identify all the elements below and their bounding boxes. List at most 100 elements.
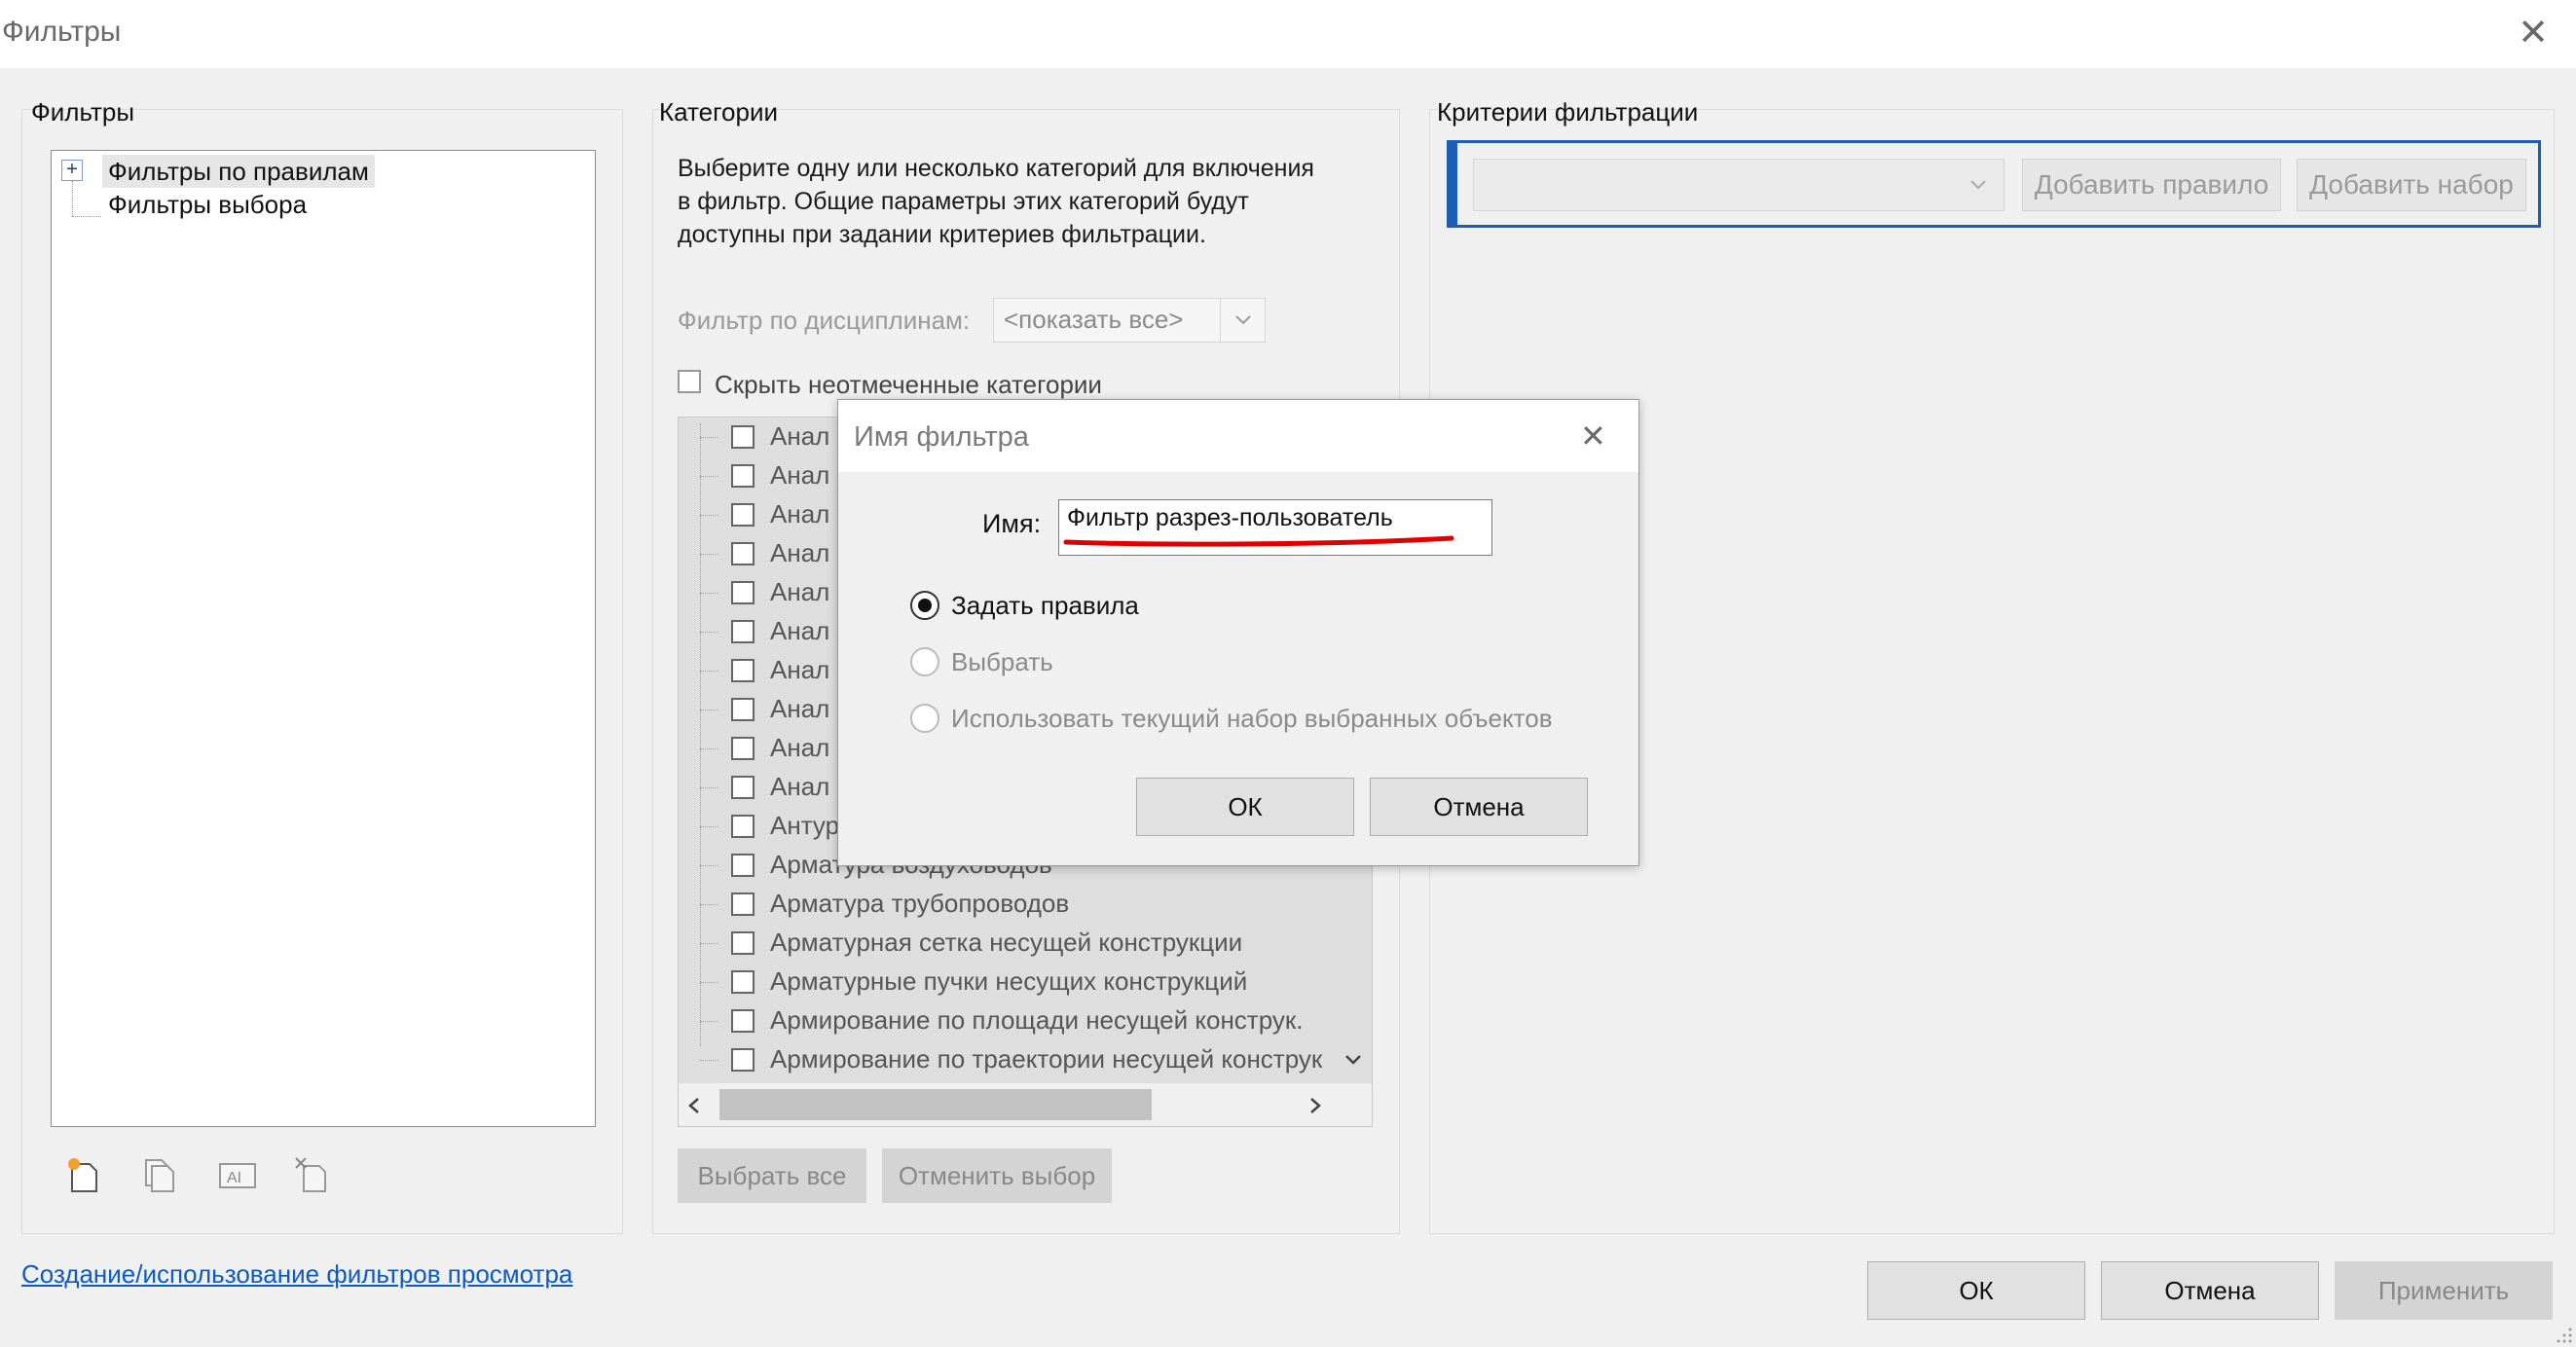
tree-connector — [700, 515, 718, 516]
list-item[interactable]: Арматура трубопроводов — [679, 885, 1341, 924]
category-label: Анал — [770, 733, 830, 762]
filters-panel-title: Фильтры — [31, 97, 135, 127]
category-checkbox[interactable] — [731, 464, 754, 488]
select-divider — [1220, 299, 1221, 342]
category-checkbox[interactable] — [731, 892, 754, 916]
tree-connector — [72, 181, 73, 216]
discipline-filter-value: <показать все> — [1004, 305, 1184, 334]
chevron-down-icon[interactable] — [1343, 1052, 1364, 1068]
radio-select[interactable] — [910, 647, 939, 676]
category-checkbox[interactable] — [731, 815, 754, 838]
delete-icon[interactable] — [294, 1156, 333, 1195]
tree-connector — [700, 1060, 718, 1061]
tree-connector — [700, 1021, 718, 1022]
resize-grip-icon[interactable] — [2555, 1326, 2574, 1345]
tree-connector — [700, 554, 718, 555]
tree-connector — [700, 632, 718, 633]
radio-dot — [918, 599, 932, 612]
filter-name-dialog: Имя фильтра ✕ Имя: Фильтр разрез-пользов… — [837, 399, 1639, 866]
add-set-button[interactable]: Добавить набор — [2297, 159, 2526, 211]
category-checkbox[interactable] — [731, 1048, 754, 1072]
list-item[interactable]: Армирование по площади несущей конструк. — [679, 1001, 1341, 1040]
category-label: Анал — [770, 655, 830, 684]
categories-panel-title: Категории — [659, 97, 778, 127]
category-checkbox[interactable] — [731, 1009, 754, 1033]
expand-icon[interactable]: + — [61, 160, 83, 181]
hide-unchecked-checkbox[interactable] — [678, 370, 701, 393]
description-line: в фильтр. Общие параметры этих категорий… — [678, 188, 1249, 215]
tree-connector — [700, 671, 718, 672]
radio-use-current-selection[interactable] — [910, 704, 939, 733]
window-title: Фильтры — [2, 16, 122, 48]
category-checkbox[interactable] — [731, 737, 754, 760]
category-checkbox[interactable] — [731, 659, 754, 682]
discipline-filter-select[interactable]: <показать все> — [993, 298, 1266, 343]
dialog-cancel-button[interactable]: Отмена — [1370, 778, 1588, 836]
tree-connector — [700, 904, 718, 905]
filter-name-value: Фильтр разрез-пользователь — [1067, 504, 1393, 531]
tree-item-rule-filters[interactable]: Фильтры по правилам — [102, 155, 375, 188]
tree-item-selection-filters[interactable]: Фильтры выбора — [108, 188, 307, 221]
rename-icon[interactable]: AI — [218, 1156, 257, 1195]
tree-connector — [700, 593, 718, 594]
tree-connector — [700, 476, 718, 477]
radio-define-rules[interactable] — [910, 591, 939, 620]
category-label: Армирование по площади несущей конструк. — [770, 1005, 1304, 1035]
add-rule-button[interactable]: Добавить правило — [2022, 159, 2281, 211]
criteria-group: Добавить правило Добавить набор — [1447, 140, 2541, 228]
category-label: Анал — [770, 577, 830, 606]
chevron-left-icon[interactable] — [686, 1097, 702, 1114]
horizontal-scrollbar[interactable] — [679, 1083, 1372, 1126]
list-item[interactable]: Арматурные пучки несущих конструкций — [679, 963, 1341, 1001]
list-item[interactable]: Арматурная сетка несущей конструкции — [679, 924, 1341, 963]
radio-select-label: Выбрать — [951, 647, 1053, 676]
category-checkbox[interactable] — [731, 776, 754, 799]
category-label: Анал — [770, 538, 830, 567]
category-checkbox[interactable] — [731, 854, 754, 877]
filters-window: Фильтры ✕ Фильтры + Фильтры по правилам … — [0, 0, 2576, 1347]
discipline-filter-label: Фильтр по дисциплинам: — [678, 306, 971, 335]
chevron-down-icon — [1235, 315, 1251, 325]
category-checkbox[interactable] — [731, 425, 754, 449]
filters-tree[interactable]: + Фильтры по правилам Фильтры выбора — [51, 150, 596, 1127]
criteria-operator-select[interactable] — [1473, 159, 2005, 211]
red-underline-annotation — [1063, 535, 1454, 547]
category-checkbox[interactable] — [731, 970, 754, 994]
deselect-button[interactable]: Отменить выбор — [882, 1148, 1112, 1203]
category-checkbox[interactable] — [731, 698, 754, 721]
list-item[interactable]: Армирование по траектории несущей констр… — [679, 1040, 1341, 1079]
tree-connector — [700, 943, 718, 944]
category-label: Анал — [770, 616, 830, 645]
category-checkbox[interactable] — [731, 542, 754, 565]
category-checkbox[interactable] — [731, 581, 754, 604]
select-all-button[interactable]: Выбрать все — [678, 1148, 866, 1203]
tree-connector — [700, 437, 718, 438]
duplicate-icon[interactable] — [140, 1156, 179, 1195]
chevron-down-icon — [1970, 180, 1986, 190]
tree-connector — [700, 748, 718, 749]
category-checkbox[interactable] — [731, 503, 754, 527]
category-checkbox[interactable] — [731, 931, 754, 955]
close-icon[interactable]: ✕ — [2512, 12, 2555, 55]
tree-connector — [700, 865, 718, 866]
tree-connector — [700, 787, 718, 788]
svg-text:AI: AI — [227, 1170, 241, 1186]
category-label: Анал — [770, 499, 830, 528]
category-checkbox[interactable] — [731, 620, 754, 643]
tree-connector — [700, 826, 718, 827]
chevron-right-icon[interactable] — [1307, 1097, 1323, 1114]
dialog-title: Имя фильтра — [854, 421, 1029, 453]
close-icon[interactable]: ✕ — [1580, 418, 1606, 455]
category-label: Армирование по траектории несущей констр… — [770, 1044, 1323, 1074]
scrollbar-thumb[interactable] — [719, 1089, 1152, 1120]
ok-button[interactable]: ОК — [1867, 1261, 2085, 1320]
cancel-button[interactable]: Отмена — [2101, 1261, 2319, 1320]
criteria-group-marker — [1450, 143, 1457, 225]
help-link[interactable]: Создание/использование фильтров просмотр… — [21, 1259, 572, 1290]
new-filter-icon[interactable] — [64, 1156, 103, 1195]
criteria-panel-title: Критерии фильтрации — [1437, 97, 1699, 127]
categories-description: Выберите одну или несколько категорий дл… — [678, 152, 1314, 251]
category-label: Анал — [770, 421, 830, 451]
apply-button[interactable]: Применить — [2335, 1261, 2553, 1320]
dialog-ok-button[interactable]: ОК — [1136, 778, 1354, 836]
